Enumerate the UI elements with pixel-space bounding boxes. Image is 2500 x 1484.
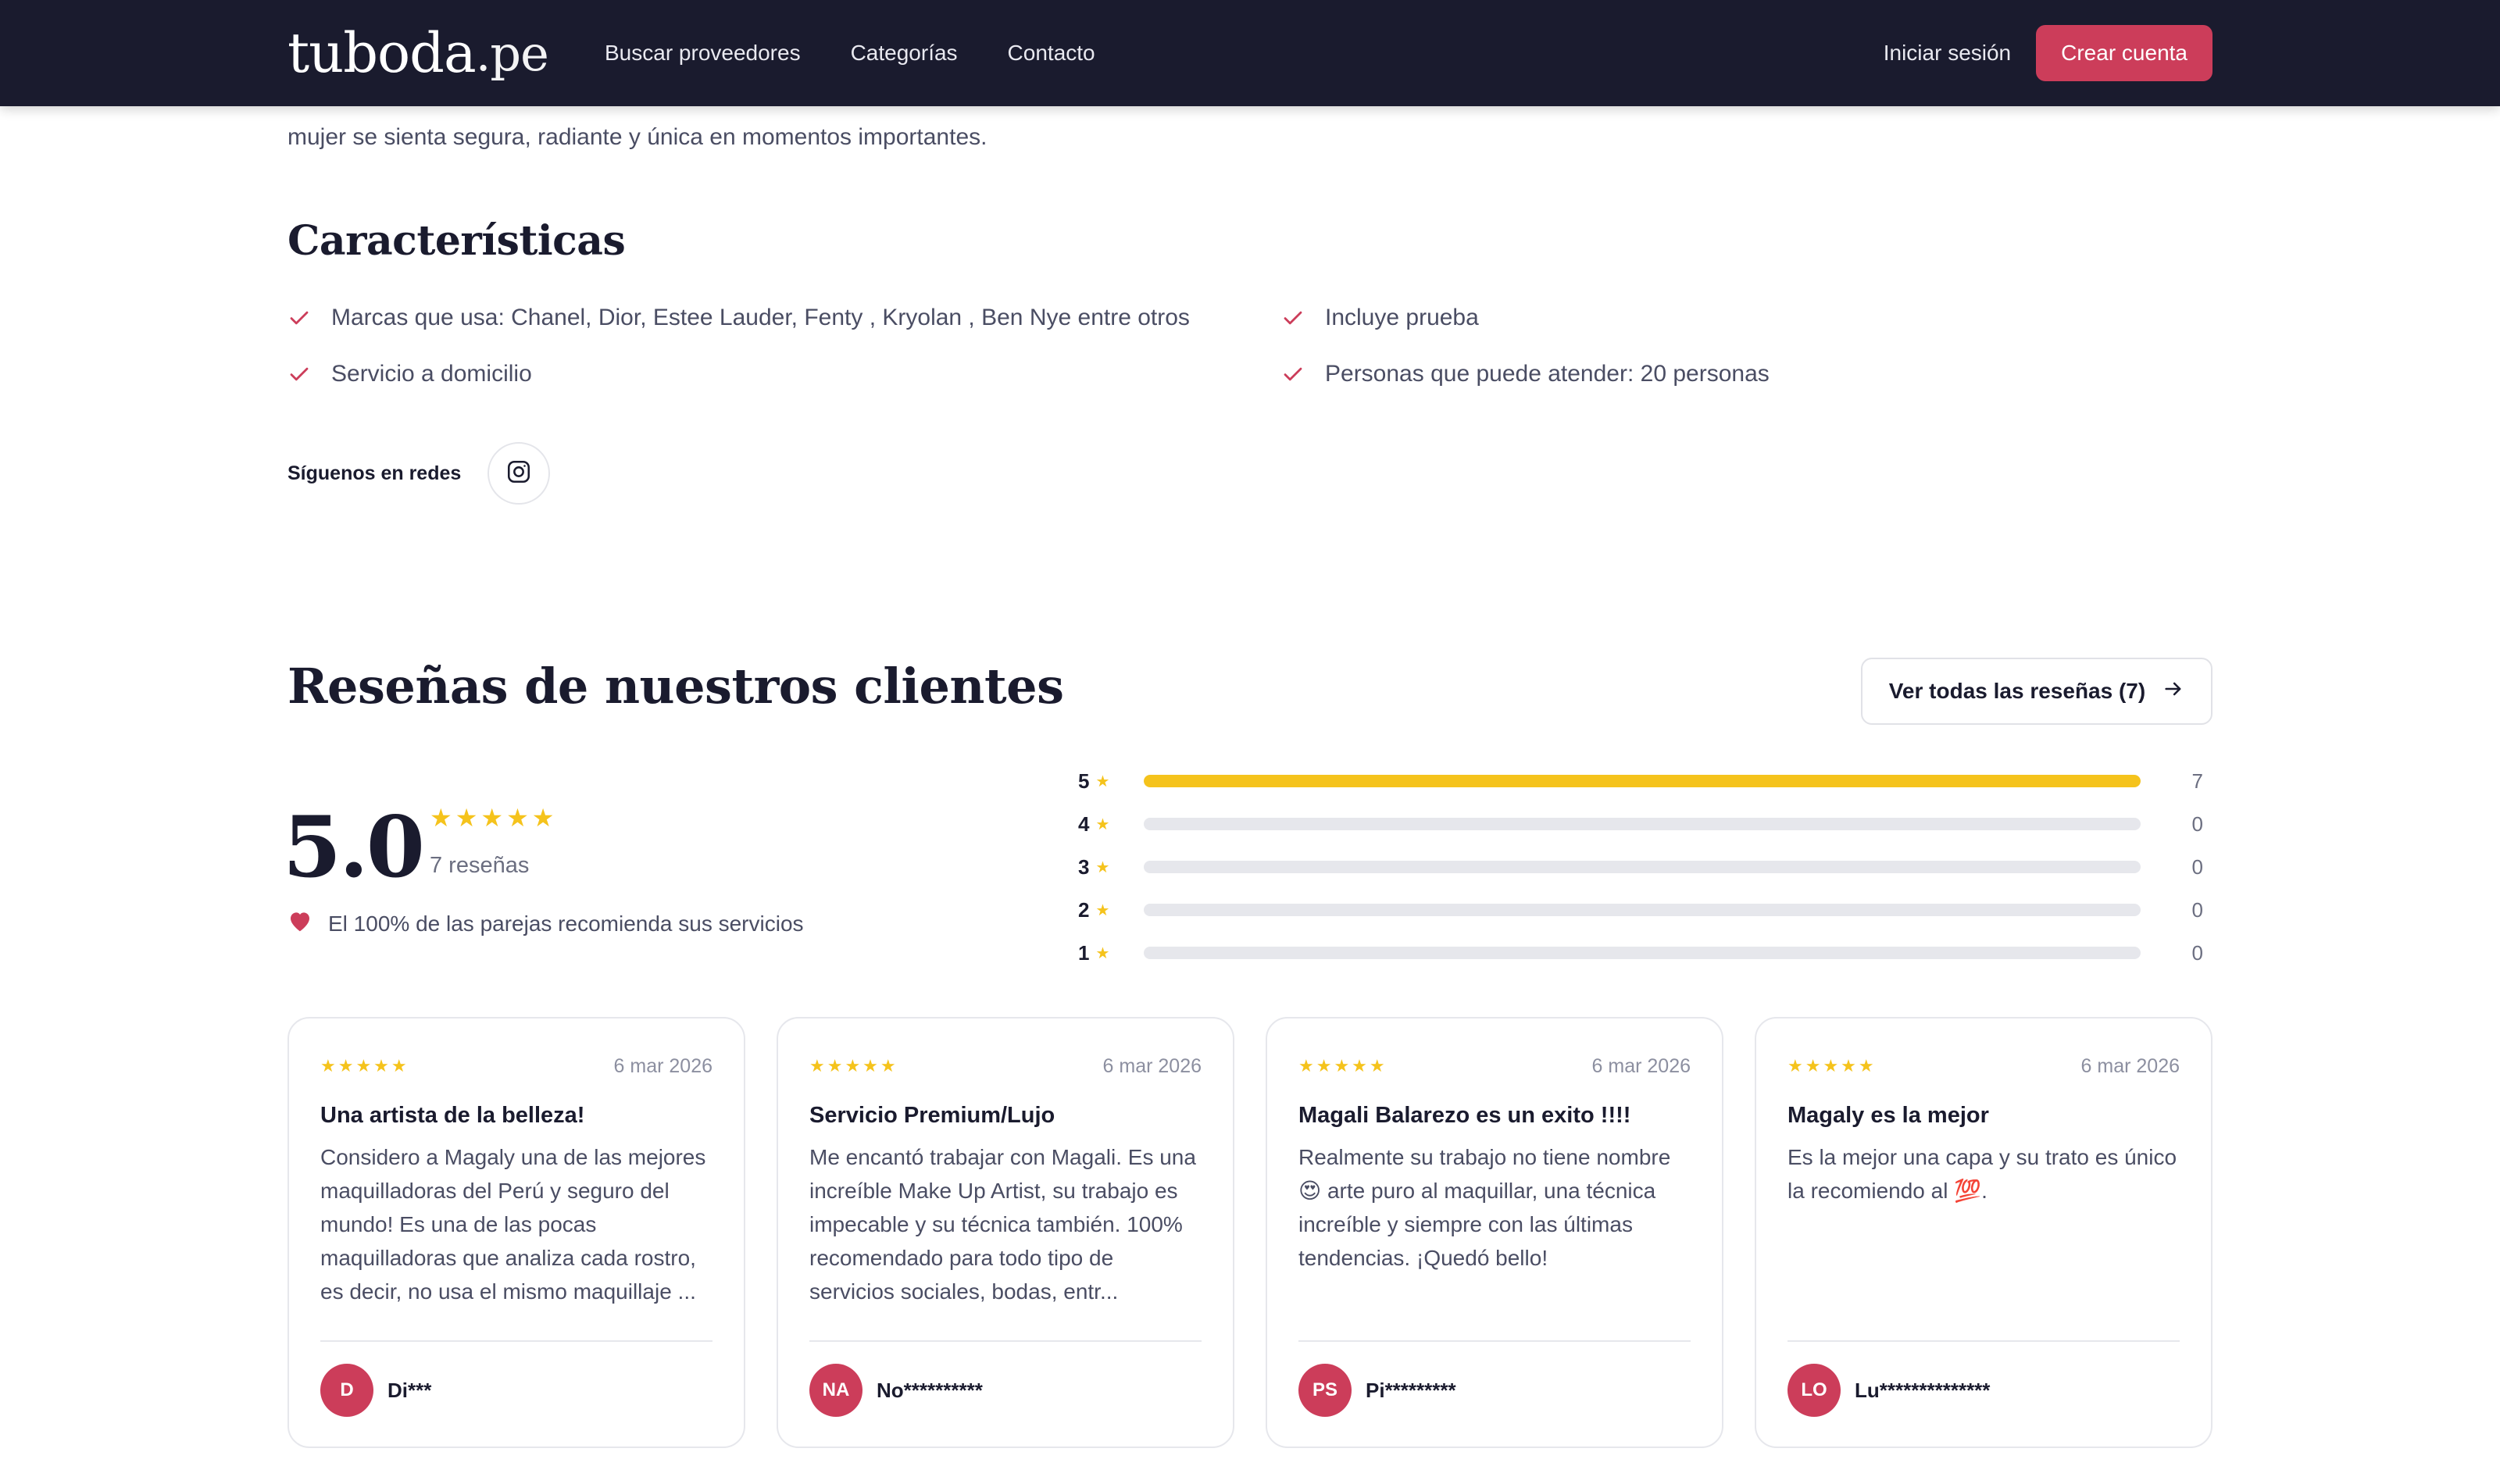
recommend-note: El 100% de las parejas recomienda sus se… [288,909,804,938]
check-icon [288,306,311,330]
feature-item: Marcas que usa: Chanel, Dior, Estee Laud… [288,305,1190,331]
avatar: D [320,1364,373,1417]
arrow-right-icon [2162,678,2184,705]
rating-row-4: 4 ★ 0 [1078,808,2219,840]
rating-bar-track [1144,947,2141,959]
check-icon [288,362,311,386]
review-title: Servicio Premium/Lujo [809,1103,1055,1128]
rating-row-label: 5 ★ [1078,769,1110,793]
review-cards: ★★★★★ 6 mar 2026 Una artista de la belle… [288,1017,2212,1448]
rating-row-label: 4 ★ [1078,812,1110,836]
star-icon: ★ [1095,901,1110,919]
logo-suffix: .pe [475,24,549,82]
review-author: D Di*** [320,1340,712,1417]
site-logo[interactable]: tuboda .pe [288,14,549,92]
star-icon: ★ [1095,944,1110,962]
review-stars: ★★★★★ [1788,1056,1877,1076]
rating-score: 5.0 [283,798,425,897]
review-date: 6 mar 2026 [613,1054,712,1077]
description-text: mujer se sienta segura, radiante y única… [288,124,988,150]
rating-bar-track [1144,861,2141,873]
instagram-button[interactable] [488,442,551,505]
review-body: Considero a Magaly una de las mejores ma… [320,1145,706,1304]
feature-label: Incluye prueba [1325,305,1479,330]
reviewer-name: Lu************** [1855,1378,1991,1402]
star-icon: ★ [1095,858,1110,876]
features-title: Características [288,217,626,265]
review-body: Realmente su trabajo no tiene nombre 😍 a… [1298,1145,1671,1270]
feature-item: Personas que puede atender: 20 personas [1281,361,1770,387]
rating-row-count: 7 [2191,769,2203,793]
top-navbar: tuboda .pe Buscar proveedores Categorías … [0,0,2500,106]
review-body: Es la mejor una capa y su trato es único… [1788,1145,2177,1203]
reviewer-name: Pi********* [1366,1378,1456,1402]
review-card[interactable]: ★★★★★ 6 mar 2026 Magaly es la mejor Es l… [1755,1017,2212,1448]
review-card[interactable]: ★★★★★ 6 mar 2026 Servicio Premium/Lujo M… [777,1017,1234,1448]
rating-row-label: 1 ★ [1078,940,1110,965]
check-icon [1281,362,1305,386]
review-author: NA No********** [809,1340,1202,1417]
review-body: Me encantó trabajar con Magali. Es una i… [809,1145,1196,1304]
review-date: 6 mar 2026 [2080,1054,2180,1077]
review-count: 7 reseñas [430,853,530,878]
rating-stars: ★★★★★ [430,804,558,832]
review-date: 6 mar 2026 [1102,1054,1202,1077]
review-title: Una artista de la belleza! [320,1103,585,1128]
review-date: 6 mar 2026 [1591,1054,1691,1077]
feature-label: Marcas que usa: Chanel, Dior, Estee Laud… [331,305,1190,330]
review-card[interactable]: ★★★★★ 6 mar 2026 Magali Balarezo es un e… [1266,1017,1723,1448]
rating-bar-track [1144,818,2141,830]
rating-row-count: 0 [2191,940,2203,965]
social-label: Síguenos en redes [288,462,462,484]
review-title: Magaly es la mejor [1788,1103,1989,1128]
rating-row-2: 2 ★ 0 [1078,894,2219,926]
avatar: LO [1788,1364,1841,1417]
feature-label: Personas que puede atender: 20 personas [1325,361,1770,387]
review-stars: ★★★★★ [320,1056,409,1076]
rating-row-count: 0 [2191,897,2203,922]
rating-row-count: 0 [2191,812,2203,836]
rating-bar-track [1144,775,2141,787]
nav-link-contacto[interactable]: Contacto [1008,41,1095,66]
avatar: NA [809,1364,862,1417]
rating-row-3: 3 ★ 0 [1078,851,2219,883]
check-icon [1281,306,1305,330]
rating-row-label: 3 ★ [1078,854,1110,879]
nav-link-buscar-proveedores[interactable]: Buscar proveedores [605,41,801,66]
login-link[interactable]: Iniciar sesión [1884,41,2011,66]
rating-row-count: 0 [2191,854,2203,879]
star-icon: ★ [1095,815,1110,833]
feature-item: Incluye prueba [1281,305,1479,331]
review-stars: ★★★★★ [1298,1056,1388,1076]
star-icon: ★ [1095,772,1110,790]
feature-item: Servicio a domicilio [288,361,532,387]
reviewer-name: Di*** [388,1378,432,1402]
view-all-reviews-button[interactable]: Ver todas las reseñas (7) [1861,658,2212,725]
reviewer-name: No********** [877,1378,983,1402]
heart-icon [288,909,312,938]
reviews-title: Reseñas de nuestros clientes [288,658,1064,715]
rating-bar-fill [1144,775,2141,787]
review-author: LO Lu************** [1788,1340,2180,1417]
instagram-icon [505,458,532,489]
features-list: Marcas que usa: Chanel, Dior, Estee Laud… [288,305,1772,422]
rating-row-1: 1 ★ 0 [1078,937,2219,969]
rating-row-label: 2 ★ [1078,897,1110,922]
logo-main: tuboda [288,21,477,85]
view-all-label: Ver todas las reseñas (7) [1888,679,2146,703]
avatar: PS [1298,1364,1352,1417]
review-author: PS Pi********* [1298,1340,1691,1417]
feature-label: Servicio a domicilio [331,361,532,387]
rating-bar-track [1144,904,2141,916]
main-nav: Buscar proveedores Categorías Contacto [605,0,1095,106]
review-title: Magali Balarezo es un exito !!!! [1298,1103,1631,1128]
signup-button[interactable]: Crear cuenta [2036,25,2212,81]
nav-link-categorias[interactable]: Categorías [851,41,958,66]
review-card[interactable]: ★★★★★ 6 mar 2026 Una artista de la belle… [288,1017,745,1448]
review-stars: ★★★★★ [809,1056,898,1076]
recommend-text: El 100% de las parejas recomienda sus se… [328,911,804,936]
nav-actions: Iniciar sesión Crear cuenta [1884,0,2212,106]
rating-row-5: 5 ★ 7 [1078,765,2219,797]
social-section: Síguenos en redes [288,442,551,505]
